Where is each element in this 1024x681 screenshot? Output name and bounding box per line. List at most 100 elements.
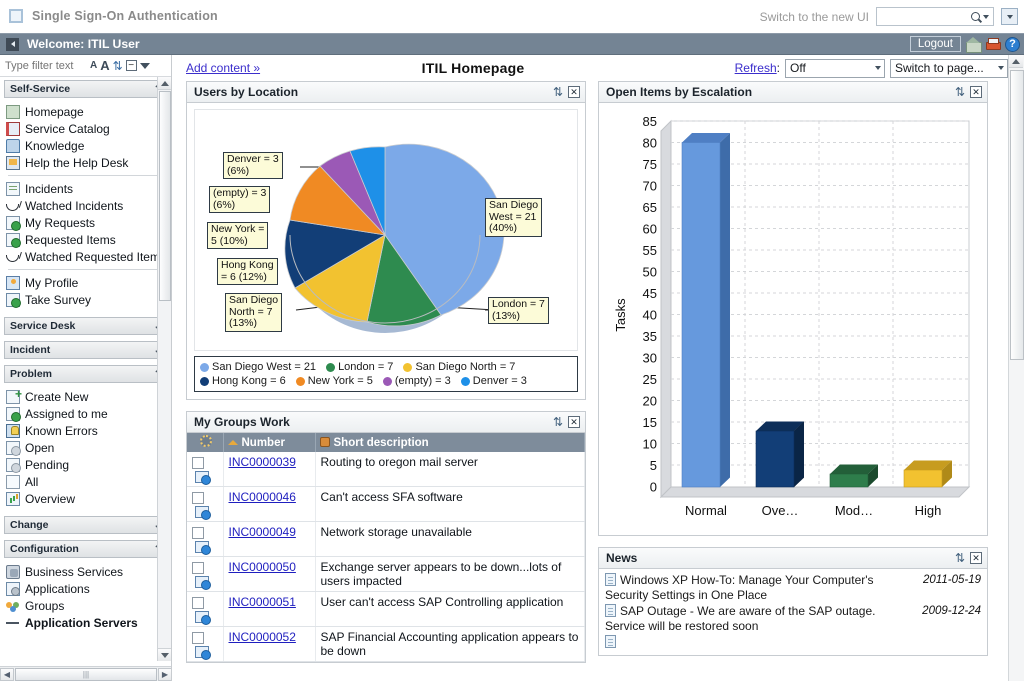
sidebar-item-take-survey[interactable]: Take Survey xyxy=(6,291,171,308)
sidebar-item-knowledge[interactable]: Knowledge xyxy=(6,137,171,154)
table-row[interactable]: INC0000049 Network storage unavailable xyxy=(187,521,585,557)
table-row[interactable]: INC0000046 Can't access SFA software xyxy=(187,486,585,522)
row-checkbox[interactable] xyxy=(192,631,204,644)
incident-number-link[interactable]: INC0000051 xyxy=(229,595,296,609)
sidebar-item-service-catalog[interactable]: Service Catalog xyxy=(6,120,171,137)
close-icon[interactable]: ✕ xyxy=(970,86,982,98)
scrollbar-thumb[interactable]: ||| xyxy=(15,667,157,681)
table-row[interactable]: INC0000050 Exchange server appears to be… xyxy=(187,556,585,592)
column-header-settings[interactable] xyxy=(187,433,224,452)
close-icon[interactable]: ✕ xyxy=(568,416,580,428)
help-icon[interactable]: ? xyxy=(1005,36,1020,52)
close-icon[interactable]: ✕ xyxy=(568,86,580,98)
scroll-up-button[interactable] xyxy=(1009,55,1023,68)
caret-down-icon[interactable] xyxy=(139,62,150,69)
sidebar-item-application-servers[interactable]: Application Servers xyxy=(6,614,171,631)
sidebar-item-all[interactable]: All xyxy=(6,473,171,490)
close-icon[interactable]: ✕ xyxy=(970,552,982,564)
refresh-interval-select[interactable]: Off xyxy=(785,58,885,78)
scrollbar-thumb[interactable] xyxy=(159,91,171,301)
sidebar-item-watched-requested-items[interactable]: Watched Requested Items xyxy=(6,248,171,265)
sidebar-section-configuration[interactable]: Configuration ⌃ xyxy=(4,540,168,558)
sidebar-vertical-scrollbar[interactable] xyxy=(157,77,171,661)
page-vertical-scrollbar[interactable] xyxy=(1008,55,1024,681)
refresh-interval-value: Off xyxy=(790,61,806,75)
preview-icon[interactable] xyxy=(195,610,211,625)
row-checkbox[interactable] xyxy=(192,596,204,609)
sidebar-section-incident[interactable]: Incident ⌄ xyxy=(4,341,168,359)
incident-number-link[interactable]: INC0000049 xyxy=(229,525,296,539)
widget-column-right: Open Items by Escalation ⇅ ✕ 85 80 75 70… xyxy=(598,81,988,663)
sidebar-item-business-services[interactable]: Business Services xyxy=(6,563,171,580)
news-item[interactable]: SAP Outage - We are aware of the SAP out… xyxy=(605,604,981,634)
table-row[interactable]: INC0000051 User can't access SAP Control… xyxy=(187,591,585,627)
refresh-icon[interactable]: ⇅ xyxy=(955,552,965,564)
scroll-down-button[interactable] xyxy=(158,648,171,661)
sidebar-item-incidents[interactable]: Incidents xyxy=(6,180,171,197)
preview-icon[interactable] xyxy=(195,575,211,590)
scroll-right-button[interactable]: ▶ xyxy=(158,667,171,681)
sidebar-item-applications[interactable]: Applications xyxy=(6,580,171,597)
sidebar-item-assigned-to-me[interactable]: Assigned to me xyxy=(6,405,171,422)
search-caret-down-icon[interactable] xyxy=(983,14,989,19)
preview-icon[interactable] xyxy=(195,540,211,555)
row-checkbox[interactable] xyxy=(192,491,204,504)
preview-icon[interactable] xyxy=(195,505,211,520)
preview-icon[interactable] xyxy=(195,470,211,485)
font-large-icon[interactable]: A xyxy=(100,58,109,73)
switch-to-new-ui-link[interactable]: Switch to the new UI xyxy=(760,10,869,24)
sidebar-item-known-errors[interactable]: Known Errors xyxy=(6,422,171,439)
sso-expand-button[interactable] xyxy=(1001,8,1018,25)
incident-number-link[interactable]: INC0000046 xyxy=(229,490,296,504)
refresh-icon[interactable]: ⇅ xyxy=(553,416,563,428)
refresh-icon[interactable]: ⇅ xyxy=(553,86,563,98)
table-row[interactable]: INC0000039 Routing to oregon mail server xyxy=(187,452,585,487)
row-checkbox[interactable] xyxy=(192,456,204,469)
incident-number-link[interactable]: INC0000039 xyxy=(229,455,296,469)
news-item-partial[interactable] xyxy=(605,635,981,650)
refresh-icon[interactable]: ⇅ xyxy=(955,86,965,98)
sidebar-item-requested-items[interactable]: Requested Items xyxy=(6,231,171,248)
sidebar-section-change[interactable]: Change ⌄ xyxy=(4,516,168,534)
switch-to-page-select[interactable]: Switch to page... xyxy=(890,58,1008,78)
sidebar-item-my-requests[interactable]: My Requests xyxy=(6,214,171,231)
print-icon[interactable] xyxy=(985,37,1001,51)
column-header-short-description[interactable]: Short description xyxy=(315,433,585,452)
panel-title: Users by Location xyxy=(194,85,299,99)
sidebar-item-watched-incidents[interactable]: Watched Incidents xyxy=(6,197,171,214)
home-icon[interactable] xyxy=(966,36,982,53)
sidebar-item-pending[interactable]: Pending xyxy=(6,456,171,473)
refresh-link[interactable]: Refresh xyxy=(735,61,777,75)
logout-button[interactable]: Logout xyxy=(909,36,961,52)
sidebar-item-groups[interactable]: Groups xyxy=(6,597,171,614)
collapse-all-icon[interactable]: − xyxy=(125,60,137,71)
legend-label: London = 7 xyxy=(338,361,394,373)
filter-input[interactable] xyxy=(3,58,87,73)
row-checkbox[interactable] xyxy=(192,526,204,539)
news-item[interactable]: Windows XP How-To: Manage Your Computer'… xyxy=(605,573,981,603)
document-icon xyxy=(605,573,616,586)
incident-number-link[interactable]: INC0000052 xyxy=(229,630,296,644)
sidebar-item-my-profile[interactable]: My Profile xyxy=(6,274,171,291)
sidebar-item-homepage[interactable]: Homepage xyxy=(6,103,171,120)
row-checkbox[interactable] xyxy=(192,561,204,574)
scroll-up-button[interactable] xyxy=(158,77,171,90)
font-small-icon[interactable]: A xyxy=(90,60,97,71)
column-header-number[interactable]: Number xyxy=(223,433,316,452)
refresh-icon[interactable]: ⇅ xyxy=(113,59,123,73)
scroll-left-button[interactable]: ◀ xyxy=(0,667,14,681)
sidebar-section-service-desk[interactable]: Service Desk ⌄ xyxy=(4,317,168,335)
sidebar-item-create-new[interactable]: Create New xyxy=(6,387,171,405)
sidebar-item-help-the-help-desk[interactable]: Help the Help Desk xyxy=(6,154,171,171)
sidebar-horizontal-scrollbar[interactable]: ◀ ||| ▶ xyxy=(0,666,171,681)
sidebar-section-problem[interactable]: Problem ⌃ xyxy=(4,365,168,383)
sidebar-collapse-button[interactable] xyxy=(6,37,19,51)
global-search-box[interactable] xyxy=(876,7,994,26)
preview-icon[interactable] xyxy=(195,645,211,660)
sidebar-section-self-service[interactable]: Self-Service ⌃ xyxy=(4,80,168,98)
sidebar-item-overview[interactable]: Overview xyxy=(6,490,171,507)
scrollbar-thumb[interactable] xyxy=(1010,70,1024,360)
incident-number-link[interactable]: INC0000050 xyxy=(229,560,296,574)
table-row[interactable]: INC0000052 SAP Financial Accounting appl… xyxy=(187,626,585,662)
sidebar-item-open[interactable]: Open xyxy=(6,439,171,456)
